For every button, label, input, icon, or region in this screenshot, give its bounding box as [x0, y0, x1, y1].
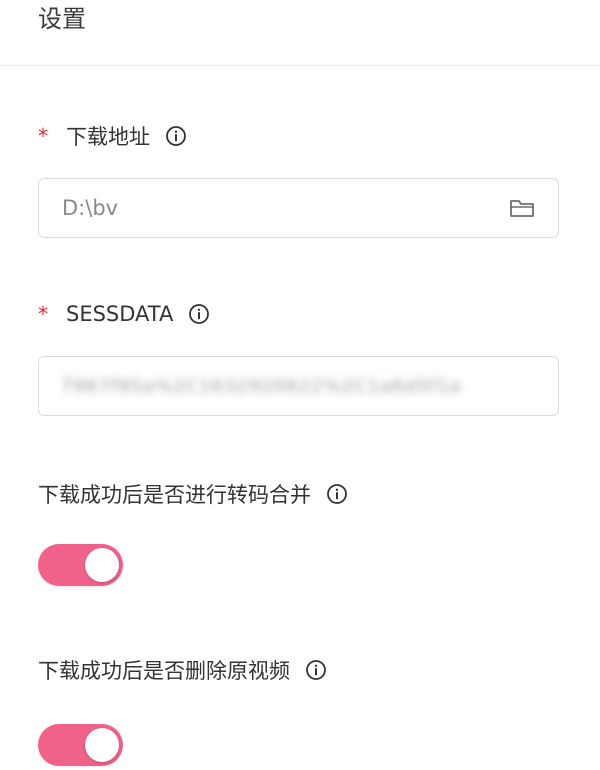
delete-original-toggle[interactable]: [38, 724, 123, 766]
sessdata-label: SESSDATA: [66, 302, 174, 326]
toggle-knob: [85, 548, 119, 582]
info-icon[interactable]: [187, 302, 211, 326]
sessdata-input[interactable]: 7967f95a%2C1632920622%2C1a6d5f1a: [38, 356, 559, 416]
transcode-merge-toggle[interactable]: [38, 544, 123, 586]
info-icon[interactable]: [304, 658, 328, 682]
download-path-input[interactable]: D:\bv: [38, 178, 559, 238]
download-path-value: D:\bv: [62, 196, 119, 220]
transcode-merge-label-row: 下载成功后是否进行转码合并: [38, 478, 559, 510]
required-mark: *: [38, 124, 48, 148]
page-title: 设置: [38, 5, 86, 33]
info-icon[interactable]: [164, 124, 188, 148]
download-path-label: 下载地址: [66, 125, 150, 149]
transcode-merge-label: 下载成功后是否进行转码合并: [38, 483, 311, 507]
download-path-label-row: * 下载地址: [38, 120, 559, 152]
sessdata-value: 7967f95a%2C1632920622%2C1a6d5f1a: [61, 375, 462, 397]
delete-original-field: 下载成功后是否删除原视频: [38, 654, 559, 766]
delete-original-label: 下载成功后是否删除原视频: [38, 659, 290, 683]
folder-icon[interactable]: [508, 194, 536, 222]
sessdata-field: * SESSDATA 7967f95a%2C1632920622%2C1a6d5…: [38, 298, 559, 416]
settings-header: 设置: [0, 0, 600, 66]
required-mark: *: [38, 302, 48, 326]
toggle-knob: [85, 728, 119, 762]
download-path-field: * 下载地址 D:\bv: [38, 120, 559, 238]
sessdata-label-row: * SESSDATA: [38, 298, 559, 330]
info-icon[interactable]: [325, 482, 349, 506]
transcode-merge-field: 下载成功后是否进行转码合并: [38, 478, 559, 586]
delete-original-label-row: 下载成功后是否删除原视频: [38, 654, 559, 686]
